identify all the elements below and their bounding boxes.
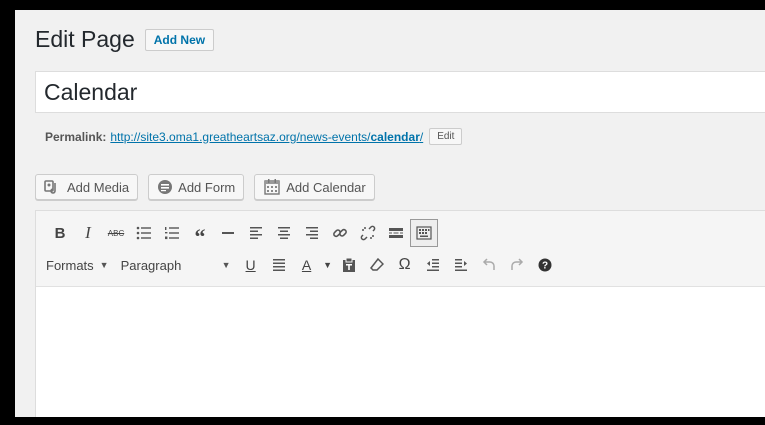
- text-color-dropdown-icon[interactable]: ▼: [321, 251, 335, 279]
- paste-as-text-icon[interactable]: [335, 251, 363, 279]
- underline-icon[interactable]: U: [237, 251, 265, 279]
- permalink-url-suffix: /: [419, 129, 424, 144]
- page-heading: Edit Page Add New: [35, 26, 215, 53]
- special-character-icon[interactable]: Ω: [391, 251, 419, 279]
- add-form-button[interactable]: Add Form: [148, 174, 245, 200]
- align-right-icon[interactable]: [298, 219, 326, 247]
- add-media-button[interactable]: Add Media: [35, 174, 139, 200]
- bulleted-list-icon[interactable]: [130, 219, 158, 247]
- toolbar-row-2: Formats ▼ Paragraph ▼ U A ▼ Ω ?: [46, 249, 765, 281]
- text-color-icon[interactable]: A: [293, 251, 321, 279]
- redo-icon[interactable]: [503, 251, 531, 279]
- blockquote-icon[interactable]: “: [186, 219, 214, 248]
- help-icon[interactable]: ?: [531, 251, 559, 279]
- media-icon: [44, 179, 62, 195]
- horizontal-line-icon[interactable]: [214, 219, 242, 247]
- numbered-list-icon[interactable]: [158, 219, 186, 247]
- permalink-link[interactable]: http://site3.oma1.greatheartsaz.org/news…: [110, 130, 423, 144]
- toolbar-row-1: B I ABC “: [46, 217, 765, 249]
- add-form-label: Add Form: [178, 179, 236, 195]
- increase-indent-icon[interactable]: [447, 251, 475, 279]
- justify-icon[interactable]: [265, 251, 293, 279]
- chevron-down-icon: ▼: [221, 260, 231, 270]
- editor-toolbar: B I ABC “ Formats ▼ Paragraph ▼ U A ▼ Ω …: [36, 211, 765, 287]
- edit-permalink-button[interactable]: Edit: [429, 128, 463, 145]
- permalink-slug: calendar: [370, 129, 420, 144]
- permalink-url-prefix: http://site3.oma1.greatheartsaz.org/news…: [110, 129, 371, 144]
- content-editor: B I ABC “ Formats ▼ Paragraph ▼ U A ▼ Ω …: [35, 210, 765, 417]
- paragraph-dropdown[interactable]: Paragraph ▼: [115, 251, 237, 279]
- strikethrough-icon[interactable]: ABC: [102, 219, 130, 247]
- add-calendar-label: Add Calendar: [286, 179, 366, 195]
- clear-formatting-icon[interactable]: [363, 251, 391, 279]
- add-media-label: Add Media: [67, 179, 130, 195]
- svg-text:?: ?: [542, 261, 548, 272]
- paragraph-label: Paragraph: [120, 257, 182, 273]
- chevron-down-icon: ▼: [99, 260, 109, 270]
- align-left-icon[interactable]: [242, 219, 270, 247]
- remove-link-icon[interactable]: [354, 219, 382, 247]
- read-more-icon[interactable]: [382, 219, 410, 247]
- edit-page-panel: Edit Page Add New Permalink: http://site…: [15, 10, 765, 417]
- calendar-icon: [263, 178, 281, 196]
- editor-content-area[interactable]: [36, 287, 765, 417]
- title-input[interactable]: [35, 71, 765, 113]
- permalink-row: Permalink: http://site3.oma1.greathearts…: [45, 128, 463, 145]
- media-buttons: Add Media Add Form Add Calendar: [35, 174, 375, 200]
- page-title: Edit Page: [35, 26, 135, 52]
- toolbar-toggle-icon[interactable]: [410, 219, 438, 247]
- add-new-button[interactable]: Add New: [144, 28, 215, 51]
- form-icon: [157, 179, 173, 195]
- bold-icon[interactable]: B: [46, 219, 74, 247]
- insert-link-icon[interactable]: [326, 219, 354, 247]
- undo-icon[interactable]: [475, 251, 503, 279]
- decrease-indent-icon[interactable]: [419, 251, 447, 279]
- permalink-label: Permalink:: [45, 129, 107, 144]
- italic-icon[interactable]: I: [74, 219, 102, 247]
- align-center-icon[interactable]: [270, 219, 298, 247]
- formats-dropdown[interactable]: Formats ▼: [46, 251, 115, 279]
- add-calendar-button[interactable]: Add Calendar: [254, 174, 375, 200]
- formats-label: Formats: [46, 257, 94, 273]
